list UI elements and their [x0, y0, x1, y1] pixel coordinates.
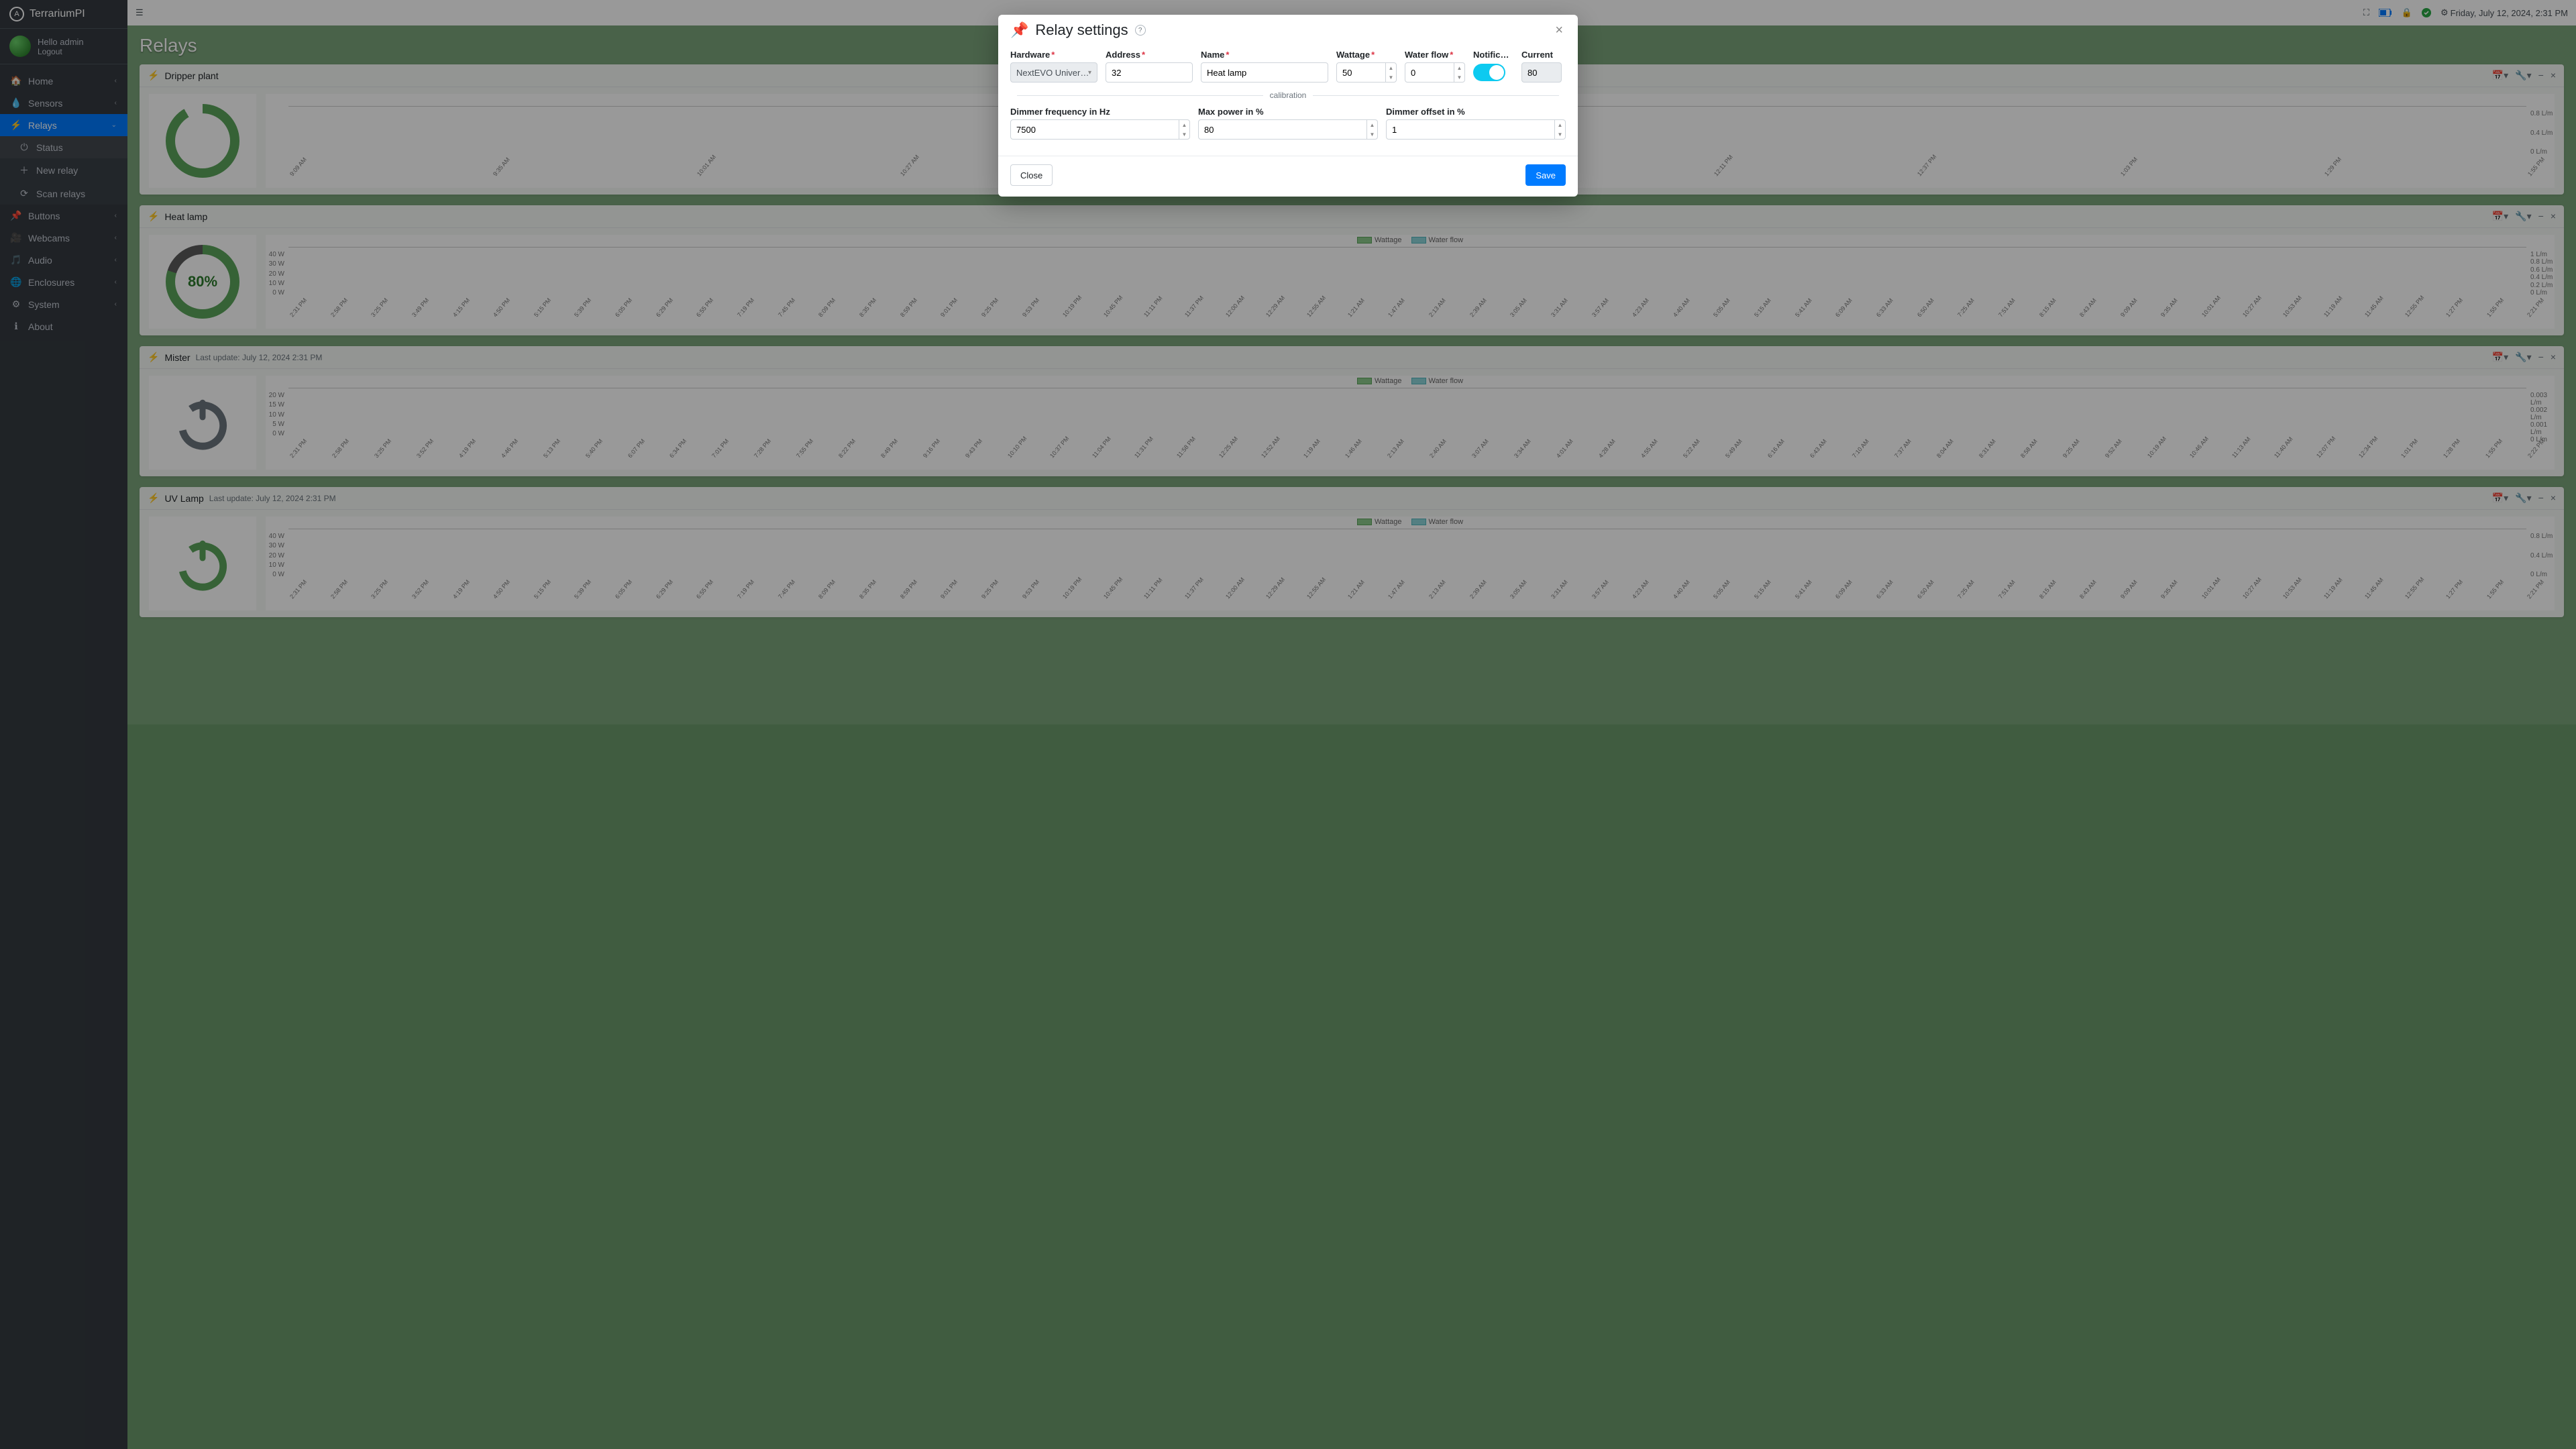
label-address: Address* — [1106, 50, 1193, 60]
modal-close-icon[interactable]: × — [1552, 23, 1566, 38]
modal-title: Relay settings — [1035, 21, 1128, 39]
wattage-stepper[interactable]: ▲▼ — [1385, 63, 1396, 82]
label-name: Name* — [1201, 50, 1328, 60]
label-dimmer-offset: Dimmer offset in % — [1386, 107, 1566, 117]
name-input[interactable] — [1201, 62, 1328, 83]
label-notification: Notifica… — [1473, 50, 1513, 60]
notification-toggle[interactable] — [1473, 64, 1505, 81]
dimmer-offset-input[interactable] — [1386, 119, 1566, 140]
modal-backdrop[interactable]: 📌 Relay settings ? × Hardware* NextEVO U… — [0, 0, 2576, 1449]
label-dimmer-freq: Dimmer frequency in Hz — [1010, 107, 1190, 117]
address-input[interactable] — [1106, 62, 1193, 83]
label-max-power: Max power in % — [1198, 107, 1378, 117]
help-icon[interactable]: ? — [1135, 25, 1146, 36]
label-wattage: Wattage* — [1336, 50, 1397, 60]
relay-settings-modal: 📌 Relay settings ? × Hardware* NextEVO U… — [998, 15, 1578, 197]
dimmer-offset-stepper[interactable]: ▲▼ — [1554, 120, 1565, 139]
max-power-input[interactable] — [1198, 119, 1378, 140]
current-input[interactable] — [1521, 62, 1562, 83]
label-waterflow: Water flow* — [1405, 50, 1465, 60]
dimmer-freq-input[interactable] — [1010, 119, 1190, 140]
hardware-select[interactable]: NextEVO Univer… — [1010, 62, 1097, 83]
save-button[interactable]: Save — [1525, 164, 1566, 186]
calibration-divider: calibration — [1010, 91, 1566, 100]
close-button[interactable]: Close — [1010, 164, 1053, 186]
label-current: Current — [1521, 50, 1562, 60]
waterflow-stepper[interactable]: ▲▼ — [1454, 63, 1464, 82]
pin-icon[interactable]: 📌 — [1010, 21, 1028, 39]
dimmer-freq-stepper[interactable]: ▲▼ — [1179, 120, 1189, 139]
max-power-stepper[interactable]: ▲▼ — [1366, 120, 1377, 139]
label-hardware: Hardware* — [1010, 50, 1097, 60]
